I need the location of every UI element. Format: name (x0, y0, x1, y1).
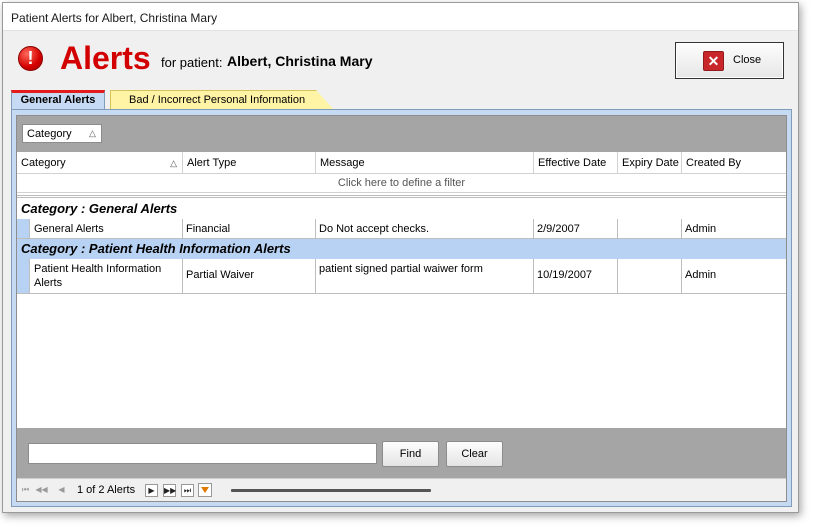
group-header-general-alerts[interactable]: Category : General Alerts (17, 199, 786, 219)
define-filter-row[interactable]: Click here to define a filter (17, 174, 786, 193)
cell-message: Do Not accept checks. (316, 219, 534, 238)
header-separator (17, 195, 786, 198)
close-icon: ✕ (703, 51, 724, 71)
close-button[interactable]: ✕ Close (675, 42, 784, 79)
alerts-grid: Category △ Category △ Alert Type Message… (16, 115, 787, 502)
cell-expiry-date (618, 219, 682, 238)
cell-alert-type: Financial (183, 219, 316, 238)
column-header-label: Effective Date (538, 157, 607, 169)
filter-icon[interactable] (198, 483, 212, 497)
record-count: 1 of 2 Alerts (77, 484, 136, 496)
cell-effective-date: 10/19/2007 (534, 259, 618, 293)
column-header-label: Alert Type (187, 157, 237, 169)
column-header-message[interactable]: Message (316, 152, 534, 174)
group-header-patient-health-information-alerts[interactable]: Category : Patient Health Information Al… (17, 239, 786, 259)
for-patient-label: for patient: (161, 55, 223, 70)
page-title: Alerts (60, 40, 151, 76)
tab-general-alerts[interactable]: General Alerts (11, 90, 105, 110)
window-title: Patient Alerts for Albert, Christina Mar… (11, 11, 218, 25)
cell-effective-date: 2/9/2007 (534, 219, 618, 238)
title-bar: Patient Alerts for Albert, Christina Mar… (3, 3, 798, 31)
column-header-category[interactable]: Category △ (17, 152, 183, 174)
table-row[interactable]: Patient Health Information Alerts Partia… (17, 259, 786, 294)
cell-alert-type: Partial Waiver (183, 259, 316, 293)
next-page-icon[interactable]: ▶▶ (163, 484, 176, 497)
next-record-icon[interactable]: ▶ (145, 484, 158, 497)
cell-category: Patient Health Information Alerts (30, 259, 183, 293)
previous-page-icon[interactable]: ◀◀ (35, 484, 48, 497)
column-header-expiry-date[interactable]: Expiry Date (618, 152, 682, 174)
column-header-label: Expiry Date (622, 157, 679, 169)
record-navigator: ⏮ ◀◀ ◀ 1 of 2 Alerts ▶ ▶▶ ⏭ (17, 478, 786, 501)
row-indicator[interactable] (17, 259, 30, 293)
find-button[interactable]: Find (382, 441, 439, 467)
column-header-label: Category (21, 157, 66, 169)
table-row[interactable]: General Alerts Financial Do Not accept c… (17, 219, 786, 239)
alert-exclamation-icon: ! (18, 46, 43, 71)
sort-ascending-icon: △ (89, 128, 96, 138)
clear-button[interactable]: Clear (446, 441, 503, 467)
patient-alerts-window: Patient Alerts for Albert, Christina Mar… (2, 2, 799, 513)
cell-created-by: Admin (685, 223, 717, 235)
cell-message: patient signed partial waiwer form (316, 259, 534, 293)
find-input[interactable] (28, 443, 377, 464)
find-panel: Find Clear (17, 428, 786, 478)
first-record-icon[interactable]: ⏮ (19, 484, 32, 497)
sort-ascending-icon: △ (170, 158, 177, 168)
tab-panel: Category △ Category △ Alert Type Message… (11, 109, 792, 507)
column-header-label: Message (320, 157, 365, 169)
column-header-effective-date[interactable]: Effective Date (534, 152, 618, 174)
column-header-label: Created By (686, 157, 742, 169)
last-record-icon[interactable]: ⏭ (181, 484, 194, 497)
previous-record-icon[interactable]: ◀ (55, 484, 68, 497)
column-header-created-by[interactable]: Created By (682, 152, 786, 174)
horizontal-scrollbar[interactable] (231, 489, 431, 492)
cell-created-by: Admin (685, 269, 717, 281)
group-by-area: Category △ (17, 116, 786, 152)
column-header-alert-type[interactable]: Alert Type (183, 152, 316, 174)
group-chip-label: Category (27, 128, 72, 140)
cell-expiry-date (618, 259, 682, 293)
patient-name: Albert, Christina Mary (227, 53, 373, 69)
row-indicator[interactable] (17, 219, 30, 238)
close-button-label: Close (733, 54, 762, 66)
tab-bad-personal-information[interactable]: Bad / Incorrect Personal Information (110, 90, 334, 110)
group-by-category-chip[interactable]: Category △ (22, 124, 102, 143)
cell-category: General Alerts (30, 219, 183, 238)
alerts-header: ! Alerts for patient: Albert, Christina … (3, 32, 798, 92)
